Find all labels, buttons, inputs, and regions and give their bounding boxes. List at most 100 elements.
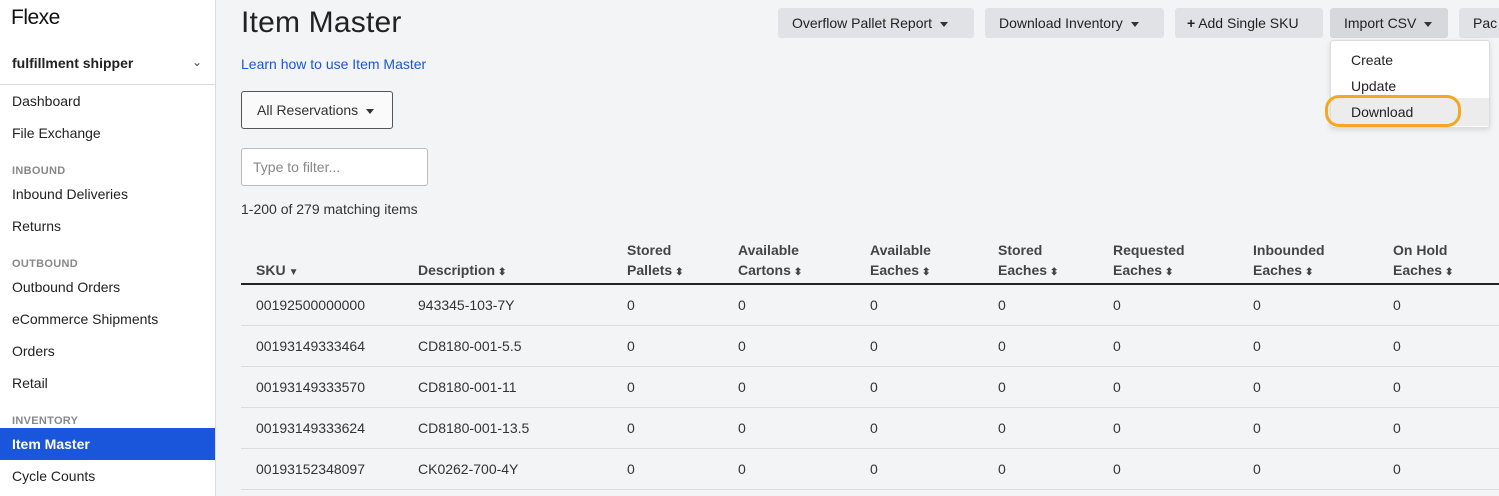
sidebar-item-item-master[interactable]: Item Master xyxy=(0,428,215,460)
sidebar-item-orders[interactable]: Orders xyxy=(0,335,215,367)
caret-down-icon xyxy=(940,21,949,27)
sidebar-item-outbound-orders[interactable]: Outbound Orders xyxy=(0,271,215,303)
cell-sku: 00193149333464 xyxy=(256,338,366,354)
cell-on-hold-eaches: 0 xyxy=(1393,420,1401,436)
cell-requested-eaches: 0 xyxy=(1113,379,1121,395)
account-selector[interactable]: fulfillment shipper ⌄ xyxy=(12,55,202,73)
header-line-1: Inbounded xyxy=(1253,242,1325,258)
cell-available-cartons: 0 xyxy=(738,420,746,436)
sidebar-item-ecommerce-shipments[interactable]: eCommerce Shipments xyxy=(0,303,215,335)
help-link[interactable]: Learn how to use Item Master xyxy=(241,56,426,72)
import-csv-label: Import CSV xyxy=(1344,15,1417,31)
table-row: 00192500000000 943345-103-7Y 0 0 0 0 0 0… xyxy=(241,285,1499,326)
cell-stored-eaches: 0 xyxy=(998,338,1006,354)
sidebar: Flexe fulfillment shipper ⌄ Dashboard Fi… xyxy=(0,0,216,496)
cell-inbounded-eaches: 0 xyxy=(1253,420,1261,436)
header-line-2: Eaches xyxy=(998,262,1048,278)
caret-down-icon xyxy=(1130,21,1139,27)
cell-inbounded-eaches: 0 xyxy=(1253,461,1261,477)
sort-icon: ⬍ xyxy=(1050,267,1059,278)
cell-on-hold-eaches: 0 xyxy=(1393,338,1401,354)
menu-item-update[interactable]: Update xyxy=(1351,78,1396,94)
column-header-available-cartons[interactable]: Available Cartons ⬍ xyxy=(738,240,802,283)
column-header-stored-pallets[interactable]: Stored Pallets ⬍ xyxy=(627,240,684,283)
column-header-stored-eaches[interactable]: Stored Eaches ⬍ xyxy=(998,240,1058,283)
column-header-requested-eaches[interactable]: Requested Eaches ⬍ xyxy=(1113,240,1185,283)
cell-stored-pallets: 0 xyxy=(627,379,635,395)
sidebar-item-returns[interactable]: Returns xyxy=(0,210,215,242)
header-line-1: Stored xyxy=(627,242,672,258)
menu-item-create[interactable]: Create xyxy=(1351,52,1393,68)
section-outbound: OUTBOUND xyxy=(12,258,78,270)
header-line-1 xyxy=(418,240,506,260)
plus-icon: + xyxy=(1187,15,1196,31)
cell-stored-pallets: 0 xyxy=(627,338,635,354)
header-line-1 xyxy=(256,240,298,260)
cell-available-eaches: 0 xyxy=(870,379,878,395)
import-csv-button[interactable]: Import CSV xyxy=(1330,8,1448,38)
cell-available-cartons: 0 xyxy=(738,379,746,395)
account-name: fulfillment shipper xyxy=(12,55,134,71)
cell-sku: 00193152348097 xyxy=(256,461,366,477)
reservations-label: All Reservations xyxy=(257,102,359,118)
cell-description: CK0262-700-4Y xyxy=(418,461,519,477)
flexe-logo[interactable]: Flexe xyxy=(11,6,60,30)
add-single-sku-button[interactable]: + Add Single SKU xyxy=(1175,8,1323,38)
header-line-2: Pallets xyxy=(627,262,673,278)
cell-sku: 00192500000000 xyxy=(256,297,366,313)
cell-stored-pallets: 0 xyxy=(627,420,635,436)
cell-on-hold-eaches: 0 xyxy=(1393,461,1401,477)
cell-sku: 00193149333624 xyxy=(256,420,366,436)
truncated-button[interactable]: Pac xyxy=(1459,8,1499,38)
cell-inbounded-eaches: 0 xyxy=(1253,379,1261,395)
download-inventory-button[interactable]: Download Inventory xyxy=(985,8,1164,38)
cell-requested-eaches: 0 xyxy=(1113,297,1121,313)
result-count: 1-200 of 279 matching items xyxy=(241,201,418,217)
sort-icon: ⬍ xyxy=(675,267,684,278)
column-header-inbounded-eaches[interactable]: Inbounded Eaches ⬍ xyxy=(1253,240,1325,283)
page-title: Item Master xyxy=(241,6,402,39)
cell-on-hold-eaches: 0 xyxy=(1393,379,1401,395)
column-header-on-hold-eaches[interactable]: On Hold Eaches ⬍ xyxy=(1393,240,1453,283)
sort-icon: ⬍ xyxy=(498,267,507,278)
sidebar-item-dashboard[interactable]: Dashboard xyxy=(0,85,215,117)
sidebar-item-retail[interactable]: Retail xyxy=(0,367,215,399)
column-header-available-eaches[interactable]: Available Eaches ⬍ xyxy=(870,240,931,283)
cell-available-eaches: 0 xyxy=(870,420,878,436)
chevron-down-icon: ⌄ xyxy=(191,55,202,69)
sidebar-item-cycle-counts[interactable]: Cycle Counts xyxy=(0,460,215,492)
cell-inbounded-eaches: 0 xyxy=(1253,338,1261,354)
cell-requested-eaches: 0 xyxy=(1113,420,1121,436)
overflow-pallet-report-button[interactable]: Overflow Pallet Report xyxy=(778,8,974,38)
sort-icon: ⬍ xyxy=(1445,267,1454,278)
add-single-sku-label: Add Single SKU xyxy=(1198,15,1299,31)
cell-stored-eaches: 0 xyxy=(998,379,1006,395)
header-line-2: Cartons xyxy=(738,262,791,278)
highlight-ring xyxy=(1325,95,1461,127)
column-header-sku[interactable]: SKU ▼ xyxy=(256,240,298,283)
sidebar-item-file-exchange[interactable]: File Exchange xyxy=(0,117,215,149)
cell-available-cartons: 0 xyxy=(738,461,746,477)
header-line-1: Available xyxy=(870,242,931,258)
header-line-2: SKU xyxy=(256,262,286,278)
reservations-dropdown[interactable]: All Reservations xyxy=(241,91,393,129)
header-line-2: Eaches xyxy=(1393,262,1443,278)
cell-available-eaches: 0 xyxy=(870,297,878,313)
filter-input[interactable] xyxy=(241,148,428,186)
section-inbound: INBOUND xyxy=(12,165,66,177)
overflow-pallet-report-label: Overflow Pallet Report xyxy=(792,15,933,31)
sidebar-item-inbound-deliveries[interactable]: Inbound Deliveries xyxy=(0,178,215,210)
cell-stored-eaches: 0 xyxy=(998,461,1006,477)
caret-down-icon xyxy=(366,108,375,114)
table-row: 00193152348097 CK0262-700-4Y 0 0 0 0 0 0… xyxy=(241,449,1499,490)
column-header-description[interactable]: Description ⬍ xyxy=(418,240,506,283)
header-line-1: Requested xyxy=(1113,242,1185,258)
cell-description: CD8180-001-11 xyxy=(418,379,517,395)
cell-description: CD8180-001-5.5 xyxy=(418,338,522,354)
cell-inbounded-eaches: 0 xyxy=(1253,297,1261,313)
download-inventory-label: Download Inventory xyxy=(999,15,1123,31)
table-row: 00193149333464 CD8180-001-5.5 0 0 0 0 0 … xyxy=(241,326,1499,367)
cell-requested-eaches: 0 xyxy=(1113,338,1121,354)
cell-stored-pallets: 0 xyxy=(627,461,635,477)
header-line-2: Eaches xyxy=(870,262,920,278)
